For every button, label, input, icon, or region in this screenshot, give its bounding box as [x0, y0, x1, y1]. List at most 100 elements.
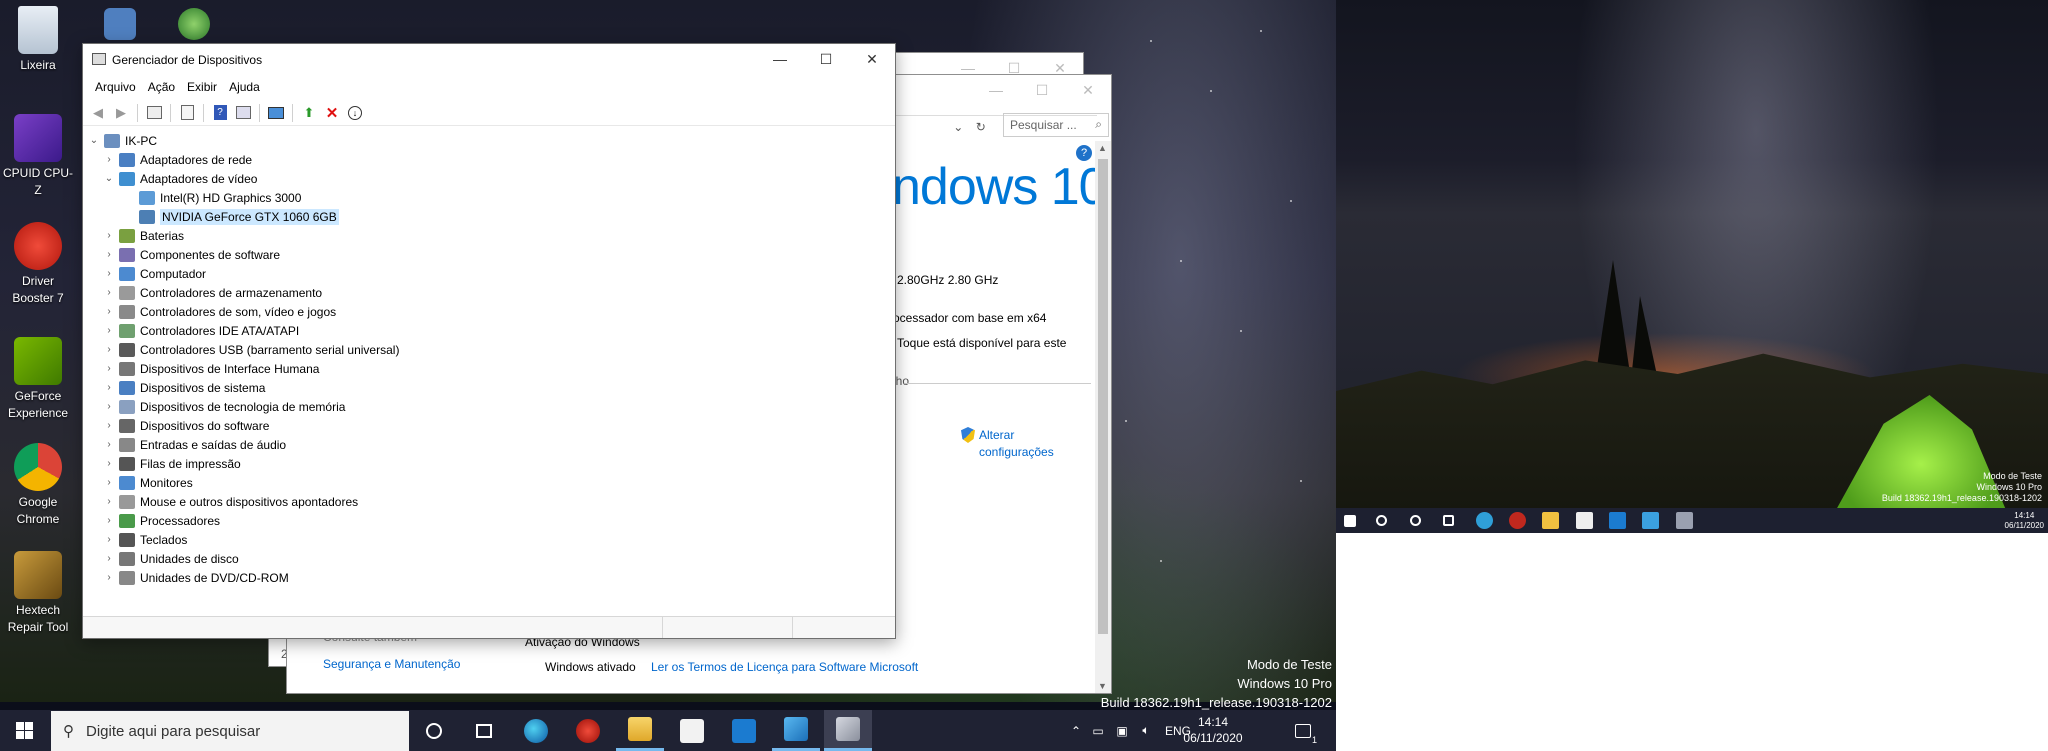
taskbar-search-box[interactable]: ⚲ Digite aqui para pesquisar [51, 711, 409, 751]
chevron-right-icon[interactable]: › [103, 458, 115, 469]
menu-acao[interactable]: Ação [145, 76, 184, 98]
battery-icon[interactable]: ▭ [1086, 724, 1110, 738]
search-input[interactable]: Pesquisar ... ⌕ [1003, 113, 1109, 137]
device-category[interactable]: › Baterias [103, 226, 184, 245]
desktop-icon-geforce-experience[interactable]: GeForce Experience [0, 337, 76, 422]
task-view-button[interactable] [460, 710, 508, 751]
show-hide-tree-icon[interactable] [145, 104, 163, 122]
device-category[interactable]: › Componentes de software [103, 245, 280, 264]
change-settings-link-line1[interactable]: Alterar [979, 428, 1014, 442]
device-category[interactable]: › Unidades de DVD/CD-ROM [103, 568, 289, 587]
chevron-down-icon[interactable]: ⌄ [88, 135, 100, 146]
taskbar-system[interactable] [772, 710, 820, 751]
view-icon[interactable] [234, 104, 252, 122]
scan-hardware-icon[interactable] [267, 104, 285, 122]
chevron-right-icon[interactable]: › [103, 344, 115, 355]
disable-device-icon[interactable]: ↓ [346, 104, 364, 122]
chevron-right-icon[interactable]: › [103, 154, 115, 165]
device-category[interactable]: › Mouse e outros dispositivos apontadores [103, 492, 358, 511]
chevron-right-icon[interactable]: › [103, 496, 115, 507]
device-item[interactable]: Intel(R) HD Graphics 3000 [123, 188, 301, 207]
forward-arrow-icon[interactable]: ▶ [112, 104, 130, 122]
taskbar-file-explorer[interactable] [616, 710, 664, 751]
desktop-icon-unknown-2[interactable] [156, 8, 232, 43]
minimize-button[interactable]: — [757, 44, 803, 74]
desktop-icon-recycle-bin[interactable]: Lixeira [0, 6, 76, 74]
update-driver-icon[interactable]: ⬆ [300, 104, 318, 122]
chevron-right-icon[interactable]: › [103, 230, 115, 241]
chevron-right-icon[interactable]: › [103, 515, 115, 526]
chevron-right-icon[interactable]: › [103, 306, 115, 317]
taskbar-clock[interactable]: 14:14 06/11/2020 [1178, 714, 1248, 746]
device-category[interactable]: › Processadores [103, 511, 220, 530]
maximize-button[interactable]: ☐ [803, 44, 849, 74]
vertical-scrollbar[interactable]: ▲ ▼ [1095, 141, 1111, 693]
chevron-right-icon[interactable]: › [103, 553, 115, 564]
desktop-icon-google-chrome[interactable]: Google Chrome [0, 443, 76, 528]
maximize-button[interactable]: ☐ [1019, 75, 1065, 105]
device-category[interactable]: › Dispositivos de sistema [103, 378, 265, 397]
chevron-right-icon[interactable]: › [103, 249, 115, 260]
license-terms-link[interactable]: Ler os Termos de Licença para Software M… [651, 660, 918, 674]
security-maintenance-link[interactable]: Segurança e Manutenção [323, 657, 460, 671]
chevron-right-icon[interactable]: › [103, 382, 115, 393]
device-category[interactable]: › Controladores de armazenamento [103, 283, 322, 302]
chevron-right-icon[interactable]: › [103, 439, 115, 450]
device-category[interactable]: › Computador [103, 264, 206, 283]
menu-ajuda[interactable]: Ajuda [226, 76, 269, 98]
chevron-right-icon[interactable]: › [103, 572, 115, 583]
cortana-button[interactable] [410, 710, 458, 751]
scroll-up-icon[interactable]: ▲ [1098, 143, 1107, 153]
device-category[interactable]: › Monitores [103, 473, 193, 492]
device-category[interactable]: › Adaptadores de rede [103, 150, 252, 169]
chevron-down-icon[interactable]: ⌄ [953, 120, 963, 134]
device-category[interactable]: › Teclados [103, 530, 187, 549]
chevron-right-icon[interactable]: › [103, 534, 115, 545]
uninstall-device-icon[interactable]: ✕ [323, 104, 341, 122]
minimize-button[interactable]: — [973, 75, 1019, 105]
device-category[interactable]: › Controladores de som, vídeo e jogos [103, 302, 336, 321]
chevron-right-icon[interactable]: › [103, 363, 115, 374]
device-category[interactable]: › Filas de impressão [103, 454, 241, 473]
refresh-icon[interactable]: ↻ [976, 120, 986, 134]
menu-exibir[interactable]: Exibir [184, 76, 226, 98]
help-book-icon[interactable]: ? [211, 104, 229, 122]
tree-root[interactable]: ⌄ IK-PC [88, 131, 157, 150]
device-category[interactable]: › Dispositivos de Interface Humana [103, 359, 319, 378]
device-category[interactable]: › Controladores USB (barramento serial un… [103, 340, 399, 359]
chevron-right-icon[interactable]: › [103, 287, 115, 298]
title-bar[interactable]: Gerenciador de Dispositivos — ☐ ✕ [83, 44, 895, 76]
device-category[interactable]: › Unidades de disco [103, 549, 239, 568]
chevron-up-icon[interactable]: ⌃ [1066, 724, 1086, 738]
taskbar-device-manager[interactable] [824, 710, 872, 751]
desktop-icon-unknown-1[interactable] [82, 8, 158, 43]
chevron-right-icon[interactable]: › [103, 325, 115, 336]
device-category[interactable]: › Controladores IDE ATA/ATAPI [103, 321, 299, 340]
chevron-right-icon[interactable]: › [103, 401, 115, 412]
network-icon[interactable]: ▣ [1110, 724, 1134, 738]
chevron-right-icon[interactable]: › [103, 477, 115, 488]
device-category[interactable]: › Entradas e saídas de áudio [103, 435, 286, 454]
device-category[interactable]: › Dispositivos do software [103, 416, 269, 435]
desktop-icon-hextech-repair[interactable]: Hextech Repair Tool [0, 551, 76, 636]
notification-center-button[interactable]: 1 [1288, 710, 1318, 751]
properties-icon[interactable] [178, 104, 196, 122]
chevron-right-icon[interactable]: › [103, 420, 115, 431]
volume-icon[interactable]: 🔈︎ [1134, 723, 1158, 738]
scrollbar-thumb[interactable] [1098, 159, 1108, 634]
close-button[interactable]: ✕ [1065, 75, 1111, 105]
desktop-icon-driver-booster[interactable]: Driver Booster 7 [0, 222, 76, 307]
taskbar-edge[interactable] [512, 710, 560, 751]
device-category[interactable]: › Dispositivos de tecnologia de memória [103, 397, 345, 416]
device-manager-window[interactable]: Gerenciador de Dispositivos — ☐ ✕ Arquiv… [82, 43, 896, 639]
device-category[interactable]: ⌄ Adaptadores de vídeo [103, 169, 257, 188]
taskbar-store[interactable] [668, 710, 716, 751]
back-arrow-icon[interactable]: ◀ [89, 104, 107, 122]
taskbar-mail[interactable] [720, 710, 768, 751]
device-item[interactable]: NVIDIA GeForce GTX 1060 6GB [123, 207, 339, 226]
change-settings-link-line2[interactable]: configurações [979, 445, 1054, 459]
desktop-icon-cpuz[interactable]: CPUID CPU-Z [0, 114, 76, 199]
taskbar-driver-booster[interactable] [564, 710, 612, 751]
menu-arquivo[interactable]: Arquivo [92, 76, 145, 98]
chevron-right-icon[interactable]: › [103, 268, 115, 279]
